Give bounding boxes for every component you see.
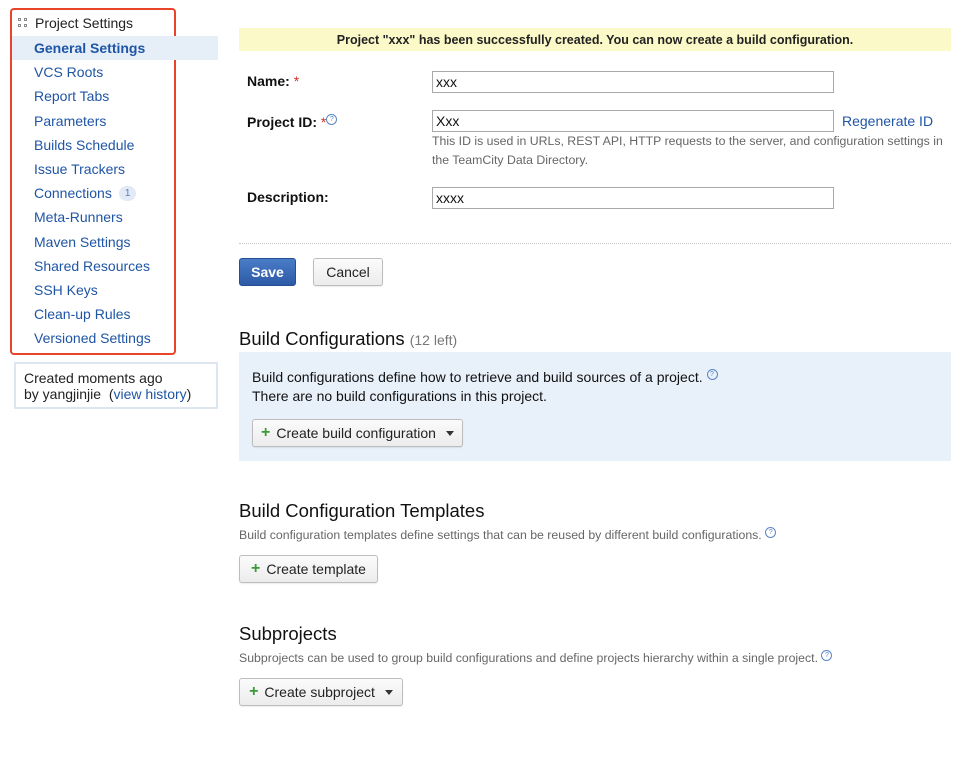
save-button[interactable]: Save — [239, 258, 296, 286]
build-configurations-empty: There are no build configurations in thi… — [252, 388, 547, 404]
create-template-button[interactable]: + Create template — [239, 555, 378, 583]
sidebar-item-label: VCS Roots — [34, 64, 104, 81]
connections-count-badge: 1 — [118, 185, 137, 201]
question-mark-circle-icon[interactable]: ? — [326, 114, 338, 126]
description-label: Description: — [247, 189, 329, 205]
build-configurations-title: Build Configurations (12 left) — [239, 328, 457, 350]
sidebar-item-label: General Settings — [34, 40, 146, 57]
question-mark-circle-icon[interactable]: ? — [706, 369, 718, 381]
project-settings-sidebar: Project Settings General Settings VCS Ro… — [10, 8, 218, 355]
sidebar-item-label: Connections — [34, 185, 112, 202]
sidebar-item-versioned-settings[interactable]: Versioned Settings — [12, 326, 174, 350]
build-configurations-left-count: (12 left) — [409, 332, 458, 348]
build-configurations-desc: Build configurations define how to retri… — [252, 369, 703, 385]
created-by-line: by yangjinjie (view history) — [24, 386, 192, 402]
plus-icon: + — [261, 424, 271, 441]
regenerate-id-link[interactable]: Regenerate ID — [842, 113, 933, 129]
name-label-text: Name: — [247, 73, 290, 89]
dropdown-caret-icon — [384, 689, 393, 695]
build-configurations-title-text: Build Configurations — [239, 328, 405, 349]
created-by-text: by yangjinjie — [24, 386, 102, 402]
sidebar-item-connections[interactable]: Connections 1 — [12, 181, 174, 205]
sidebar-item-label: Shared Resources — [34, 257, 150, 274]
cancel-button[interactable]: Cancel — [313, 258, 383, 286]
sidebar-header: Project Settings — [12, 10, 174, 36]
sidebar-item-label: Meta-Runners — [34, 209, 123, 226]
create-build-configuration-label: Create build configuration — [276, 425, 436, 441]
sidebar-title: Project Settings — [35, 15, 134, 31]
created-text: Created moments ago — [24, 370, 163, 386]
sidebar-item-builds-schedule[interactable]: Builds Schedule — [12, 133, 174, 157]
templates-desc: Build configuration templates define set… — [239, 528, 762, 543]
plus-icon: + — [251, 560, 261, 577]
sidebar-item-clean-up-rules[interactable]: Clean-up Rules — [12, 302, 174, 326]
create-subproject-button[interactable]: + Create subproject — [239, 678, 403, 706]
sidebar-item-label: Builds Schedule — [34, 136, 135, 153]
sidebar-item-parameters[interactable]: Parameters — [12, 109, 174, 133]
sidebar-item-shared-resources[interactable]: Shared Resources — [12, 254, 174, 278]
create-subproject-label: Create subproject — [264, 684, 375, 700]
sidebar-item-label: Maven Settings — [34, 233, 131, 250]
success-banner: Project "xxx" has been successfully crea… — [239, 28, 951, 51]
build-configurations-panel: Build configurations define how to retri… — [239, 352, 951, 461]
project-id-input[interactable] — [432, 110, 834, 132]
sidebar-item-label: SSH Keys — [34, 281, 98, 298]
create-template-label: Create template — [266, 561, 366, 577]
required-mark: * — [293, 73, 300, 89]
sidebar-item-label: Clean-up Rules — [34, 306, 131, 323]
sidebar-menu: General Settings VCS Roots Report Tabs P… — [12, 36, 218, 350]
sidebar-item-vcs-roots[interactable]: VCS Roots — [12, 60, 174, 84]
plus-icon: + — [249, 683, 259, 700]
sidebar-item-report-tabs[interactable]: Report Tabs — [12, 84, 174, 108]
build-configurations-desc-line: Build configurations define how to retri… — [252, 369, 718, 385]
subprojects-desc: Subprojects can be used to group build c… — [239, 651, 818, 666]
name-input[interactable] — [432, 71, 834, 93]
sidebar-item-label: Versioned Settings — [34, 330, 151, 347]
sidebar-item-maven-settings[interactable]: Maven Settings — [12, 230, 174, 254]
create-build-configuration-button[interactable]: + Create build configuration — [252, 419, 463, 447]
question-mark-circle-icon[interactable]: ? — [821, 650, 833, 661]
project-id-hint: This ID is used in URLs, REST API, HTTP … — [432, 134, 943, 167]
creation-history-box: Created moments ago by yangjinjie (view … — [14, 362, 218, 409]
sidebar-item-ssh-keys[interactable]: SSH Keys — [12, 278, 174, 302]
sidebar-item-general-settings[interactable]: General Settings — [12, 36, 218, 61]
project-id-label: Project ID: *? — [247, 114, 338, 130]
sidebar-item-meta-runners[interactable]: Meta-Runners — [12, 205, 174, 229]
templates-desc-line: Build configuration templates define set… — [239, 527, 777, 543]
sidebar-item-label: Parameters — [34, 112, 107, 129]
dropdown-caret-icon — [445, 430, 454, 436]
subprojects-desc-line: Subprojects can be used to group build c… — [239, 650, 833, 666]
sidebar-item-label: Report Tabs — [34, 88, 110, 105]
form-divider — [239, 243, 951, 244]
description-input[interactable] — [432, 187, 834, 209]
templates-title: Build Configuration Templates — [239, 500, 485, 521]
question-mark-circle-icon[interactable]: ? — [765, 527, 777, 538]
name-label: Name: * — [247, 73, 299, 89]
sidebar-item-issue-trackers[interactable]: Issue Trackers — [12, 157, 174, 181]
project-id-label-text: Project ID: — [247, 114, 318, 130]
sidebar-item-label: Issue Trackers — [34, 161, 126, 178]
view-history-link[interactable]: view history — [114, 386, 187, 402]
grid-icon — [18, 18, 28, 28]
subprojects-title: Subprojects — [239, 623, 337, 644]
